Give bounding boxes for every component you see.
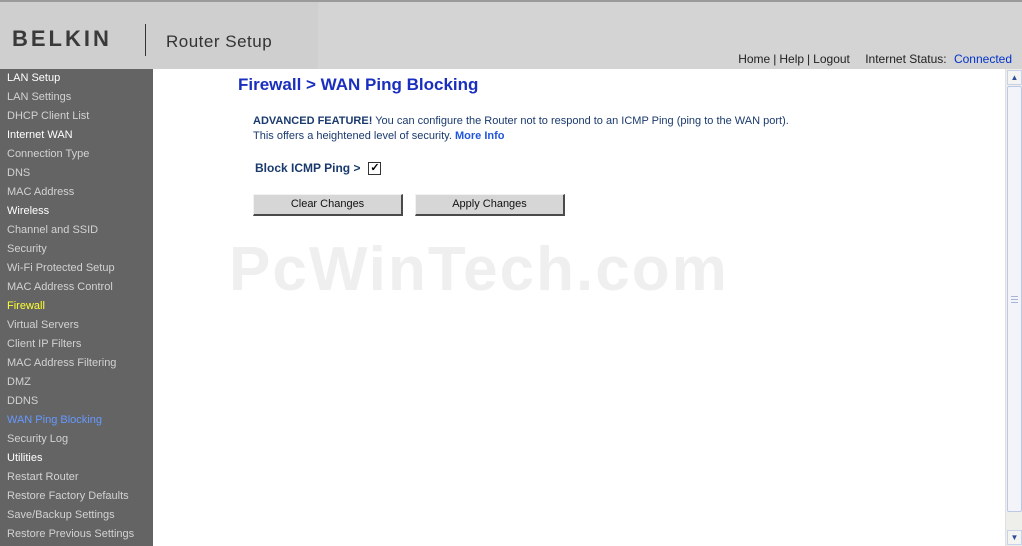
sidebar-item-mac-address[interactable]: MAC Address: [0, 183, 153, 202]
checkmark-icon: ✓: [370, 161, 380, 174]
description-line-1: You can configure the Router not to resp…: [372, 115, 789, 127]
sidebar-item-firewall[interactable]: Firewall: [0, 297, 153, 316]
link-separator: |: [773, 52, 777, 66]
sidebar-item-dns[interactable]: DNS: [0, 164, 153, 183]
main-content: Firewall > WAN Ping Blocking ADVANCED FE…: [153, 69, 1005, 546]
sidebar-item-connection-type[interactable]: Connection Type: [0, 145, 153, 164]
description-line-2: This offers a heightened level of securi…: [253, 130, 452, 142]
sidebar-item-utilities[interactable]: Utilities: [0, 449, 153, 468]
sidebar-item-wireless[interactable]: Wireless: [0, 202, 153, 221]
sidebar-item-ddns[interactable]: DDNS: [0, 392, 153, 411]
link-separator: |: [807, 52, 811, 66]
home-link[interactable]: Home: [738, 52, 770, 66]
sidebar-item-restore-factory-defaults[interactable]: Restore Factory Defaults: [0, 487, 153, 506]
block-icmp-ping-label: Block ICMP Ping >: [255, 161, 361, 175]
sidebar-item-restart-router[interactable]: Restart Router: [0, 468, 153, 487]
clear-changes-button[interactable]: Clear Changes: [253, 194, 403, 216]
sidebar-item-dmz[interactable]: DMZ: [0, 373, 153, 392]
scroll-up-icon[interactable]: ▲: [1007, 70, 1022, 85]
advanced-feature-label: ADVANCED FEATURE!: [253, 115, 373, 127]
help-link[interactable]: Help: [779, 52, 804, 66]
internet-status-value: Connected: [953, 52, 1012, 66]
apply-changes-button[interactable]: Apply Changes: [415, 194, 565, 216]
grip-icon: [1011, 295, 1018, 303]
app-title: Router Setup: [166, 32, 273, 51]
page-title: Firewall > WAN Ping Blocking: [238, 75, 479, 94]
scroll-thumb[interactable]: [1007, 86, 1022, 512]
belkin-logo: BELKIN: [12, 26, 112, 51]
internet-status-label: Internet Status:: [865, 52, 947, 66]
top-links: Home | Help | Logout Internet Status: Connec…: [738, 52, 1012, 66]
sidebar-item-wan-ping-blocking[interactable]: WAN Ping Blocking: [0, 411, 153, 430]
watermark: PcWinTech.com: [229, 235, 729, 304]
router-setup-page: BELKIN Router Setup Home | Help | Logout Int…: [0, 0, 1022, 546]
header-bar: BELKIN Router Setup Home | Help | Logout Int…: [0, 0, 1022, 69]
more-info-link[interactable]: More Info: [455, 130, 505, 142]
logout-link[interactable]: Logout: [813, 52, 850, 66]
scroll-down-icon[interactable]: ▼: [1007, 530, 1022, 545]
sidebar-item-virtual-servers[interactable]: Virtual Servers: [0, 316, 153, 335]
sidebar-item-client-ip-filters[interactable]: Client IP Filters: [0, 335, 153, 354]
logo-divider: [145, 24, 146, 56]
sidebar-item-lan-setup[interactable]: LAN Setup: [0, 69, 153, 88]
sidebar-nav: LAN Setup LAN Settings DHCP Client List Int…: [0, 69, 153, 546]
sidebar-item-lan-settings[interactable]: LAN Settings: [0, 88, 153, 107]
sidebar-item-mac-address-filtering[interactable]: MAC Address Filtering: [0, 354, 153, 373]
sidebar-item-restore-previous-settings[interactable]: Restore Previous Settings: [0, 525, 153, 544]
sidebar-item-security[interactable]: Security: [0, 240, 153, 259]
feature-description: ADVANCED FEATURE! You can configure the …: [253, 114, 953, 144]
sidebar-item-channel-and-ssid[interactable]: Channel and SSID: [0, 221, 153, 240]
sidebar-item-dhcp-client-list[interactable]: DHCP Client List: [0, 107, 153, 126]
sidebar-item-wi-fi-protected-setup[interactable]: Wi-Fi Protected Setup: [0, 259, 153, 278]
block-icmp-ping-row: Block ICMP Ping > ✓: [255, 161, 382, 175]
vertical-scrollbar[interactable]: ▲ ▼: [1005, 69, 1022, 546]
sidebar-item-save-backup-settings[interactable]: Save/Backup Settings: [0, 506, 153, 525]
sidebar-item-mac-address-control[interactable]: MAC Address Control: [0, 278, 153, 297]
sidebar-item-internet-wan[interactable]: Internet WAN: [0, 126, 153, 145]
sidebar-item-security-log[interactable]: Security Log: [0, 430, 153, 449]
brand-panel: BELKIN Router Setup: [0, 2, 318, 69]
block-icmp-ping-checkbox[interactable]: ✓: [368, 161, 382, 175]
